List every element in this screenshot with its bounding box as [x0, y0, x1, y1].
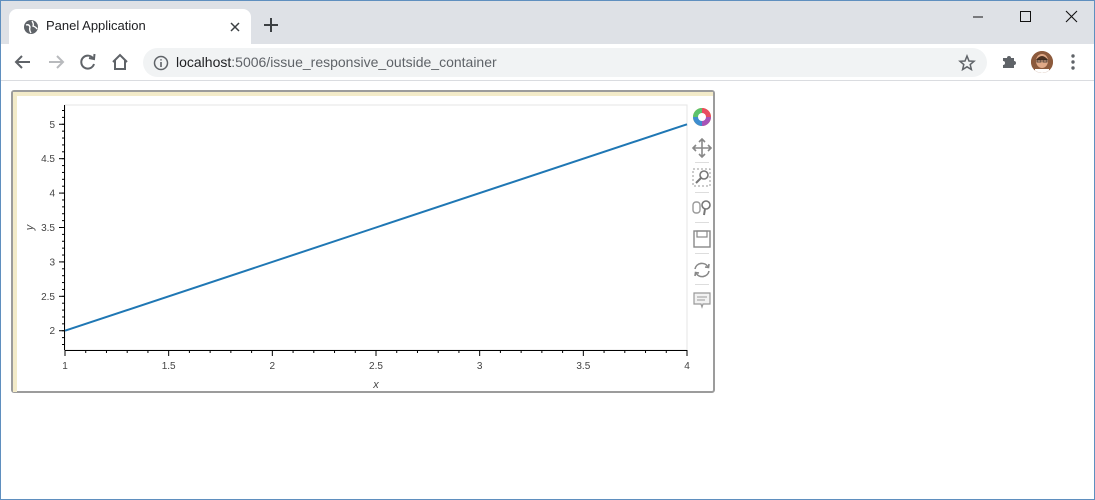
- x-tick-label: 4: [684, 361, 690, 372]
- extensions-puzzle-icon[interactable]: [999, 52, 1019, 72]
- y-tick-label: 5: [49, 120, 55, 131]
- close-window-icon[interactable]: [1048, 5, 1094, 29]
- reset-icon[interactable]: [691, 259, 713, 281]
- y-axis-label: y: [24, 223, 36, 231]
- box-zoom-icon[interactable]: [691, 167, 713, 189]
- x-tick-label: 2.5: [369, 361, 383, 372]
- hover-icon[interactable]: [691, 289, 713, 311]
- new-tab-icon[interactable]: [261, 15, 281, 35]
- url-host: localhost: [176, 54, 232, 70]
- reload-icon[interactable]: [78, 52, 98, 72]
- x-tick-label: 3: [477, 361, 483, 372]
- toolbar-separator: [695, 162, 709, 163]
- maximize-icon[interactable]: [1002, 5, 1048, 29]
- x-axis-label: x: [372, 379, 379, 391]
- minimize-icon[interactable]: [955, 5, 1001, 29]
- bookmark-star-icon[interactable]: [958, 54, 976, 72]
- toolbar-separator: [695, 284, 709, 285]
- tab-title: Panel Application: [46, 18, 146, 33]
- browser-toolbar: localhost:5006/issue_responsive_outside_…: [1, 44, 1094, 81]
- globe-icon: [24, 20, 38, 34]
- info-icon[interactable]: [153, 55, 169, 71]
- url-path: :5006/issue_responsive_outside_container: [231, 54, 497, 70]
- address-bar[interactable]: localhost:5006/issue_responsive_outside_…: [143, 48, 987, 77]
- y-tick-label: 4.5: [41, 154, 55, 165]
- y-tick-label: 2: [49, 326, 55, 337]
- tab-strip: Panel Application: [1, 1, 1094, 44]
- bokeh-logo-icon[interactable]: [691, 106, 713, 128]
- home-icon[interactable]: [110, 52, 130, 72]
- tab-panel-application[interactable]: Panel Application: [9, 9, 251, 44]
- y-tick-label: 2.5: [41, 292, 55, 303]
- panel-container: 1 1.5 2 2.5 3 3.5 4 x 2 2.5 3 3.5 4 4.5 5 y: [11, 90, 715, 393]
- toolbar-separator: [695, 253, 709, 254]
- back-icon[interactable]: [13, 52, 33, 72]
- x-tick-label: 1: [62, 361, 68, 372]
- bokeh-toolbar: [689, 102, 713, 332]
- x-tick-label: 1.5: [162, 361, 176, 372]
- browser-window: Panel Application localhost:5006/issue_r…: [0, 0, 1095, 500]
- toolbar-separator: [695, 192, 709, 193]
- forward-icon[interactable]: [46, 52, 66, 72]
- profile-avatar[interactable]: [1031, 51, 1053, 73]
- y-tick-label: 3.5: [41, 223, 55, 234]
- pan-icon[interactable]: [691, 137, 713, 159]
- url-text[interactable]: localhost:5006/issue_responsive_outside_…: [176, 54, 497, 70]
- series-line: [64, 123, 688, 332]
- x-tick-label: 2: [270, 361, 276, 372]
- x-tick-label: 3.5: [576, 361, 590, 372]
- close-tab-icon[interactable]: [227, 19, 243, 35]
- toolbar-separator: [695, 222, 709, 223]
- y-tick-label: 3: [49, 257, 55, 268]
- y-tick-label: 4: [49, 189, 55, 200]
- bokeh-plot[interactable]: 1 1.5 2 2.5 3 3.5 4 x 2 2.5 3 3.5 4 4.5 5 y: [13, 92, 713, 392]
- save-icon[interactable]: [691, 228, 713, 250]
- wheel-zoom-icon[interactable]: [691, 197, 713, 219]
- avatar-face-icon: [1031, 51, 1053, 73]
- kebab-menu-icon[interactable]: [1063, 52, 1083, 72]
